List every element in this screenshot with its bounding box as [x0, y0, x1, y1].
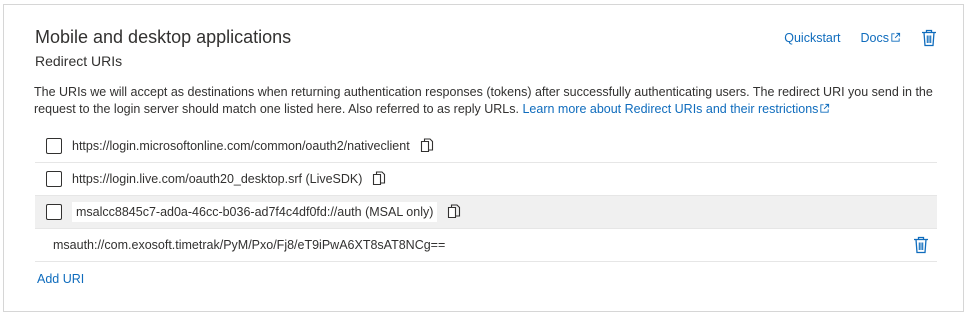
uri-row: https://login.live.com/oauth20_desktop.s… — [35, 163, 937, 196]
quickstart-link[interactable]: Quickstart — [784, 31, 840, 45]
docs-link[interactable]: Docs — [861, 31, 901, 45]
uri-row: https://login.microsoftonline.com/common… — [35, 130, 937, 163]
uri-value: msalcc8845c7-ad0a-46cc-b036-ad7f4c4df0fd… — [72, 202, 438, 222]
docs-link-label: Docs — [860, 31, 889, 45]
redirect-uri-card: Mobile and desktop applications Redirect… — [3, 4, 964, 312]
uri-checkbox[interactable] — [46, 204, 62, 220]
uri-row: msalcc8845c7-ad0a-46cc-b036-ad7f4c4df0fd… — [35, 196, 937, 229]
uri-row: msauth://com.exosoft.timetrak/PyM/Pxo/Fj… — [35, 229, 937, 262]
section-title: Mobile and desktop applications — [35, 27, 292, 47]
add-uri-link[interactable]: Add URI — [37, 272, 84, 286]
uri-checkbox[interactable] — [46, 171, 62, 187]
external-link-icon — [820, 103, 830, 113]
section-description: The URIs we will accept as destinations … — [34, 84, 944, 118]
copy-icon[interactable] — [420, 138, 434, 154]
uri-value: https://login.live.com/oauth20_desktop.s… — [72, 172, 363, 186]
uri-checkbox[interactable] — [46, 138, 62, 154]
copy-icon[interactable] — [447, 204, 461, 220]
learn-more-link[interactable]: Learn more about Redirect URIs and their… — [522, 102, 830, 116]
trash-icon[interactable] — [913, 236, 929, 254]
section-subtitle: Redirect URIs — [35, 53, 123, 69]
header-actions: Quickstart Docs — [764, 29, 937, 47]
trash-icon[interactable] — [921, 29, 937, 47]
uri-value: https://login.microsoftonline.com/common… — [72, 139, 410, 153]
uri-value: msauth://com.exosoft.timetrak/PyM/Pxo/Fj… — [53, 238, 446, 252]
external-link-icon — [891, 32, 901, 42]
redirect-uri-list: https://login.microsoftonline.com/common… — [35, 130, 937, 262]
learn-more-label: Learn more about Redirect URIs and their… — [522, 102, 819, 116]
copy-icon[interactable] — [372, 171, 386, 187]
